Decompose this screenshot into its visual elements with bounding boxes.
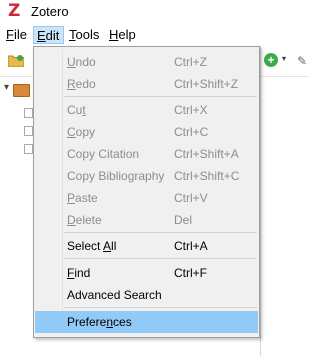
menu-item-shortcut: Ctrl+Shift+C [174, 169, 240, 183]
new-collection-icon[interactable] [8, 54, 24, 67]
zotero-logo-icon: Z [8, 1, 21, 21]
menu-separator [64, 307, 257, 308]
library-icon [13, 84, 30, 97]
menu-item-preferences[interactable]: Preferences [35, 311, 258, 333]
chevron-down-icon[interactable]: ▾ [282, 54, 286, 63]
menu-item-label: Copy Citation [67, 147, 140, 161]
menu-item-paste[interactable]: Paste Ctrl+V [35, 187, 258, 209]
tree-item-icon [24, 126, 33, 136]
menu-separator [64, 96, 257, 97]
title-bar: Z Zotero [0, 0, 309, 24]
menu-item-shortcut: Del [174, 213, 193, 227]
menu-item-advanced-search[interactable]: Advanced Search [35, 284, 258, 306]
edit-menu-dropdown: Undo Ctrl+Z Redo Ctrl+Shift+Z Cut Ctrl+X Copy C… [33, 46, 260, 338]
menu-item-label: Redo [67, 77, 96, 91]
menu-item-label: Delete [67, 213, 102, 227]
menu-item-delete[interactable]: Delete Del [35, 209, 258, 231]
tree-item-icon [24, 108, 33, 118]
chevron-down-icon[interactable]: ▾ [4, 82, 9, 93]
menu-item-undo[interactable]: Undo Ctrl+Z [35, 51, 258, 73]
menu-item-label: Preferences [67, 315, 132, 329]
tree-item-icon [24, 144, 33, 154]
menu-item-label: Select All [67, 239, 117, 253]
pen-icon[interactable]: ✎ [297, 54, 307, 68]
menu-item-shortcut: Ctrl+Shift+Z [174, 77, 239, 91]
menu-item-label: Cut [67, 103, 86, 117]
menu-item-shortcut: Ctrl+Shift+A [174, 147, 239, 161]
menu-item-shortcut: Ctrl+C [174, 125, 209, 139]
menu-item-shortcut: Ctrl+Z [174, 55, 207, 69]
menu-bar: File Edit Tools Help [0, 25, 309, 45]
menu-item-label: Advanced Search [67, 288, 162, 302]
menu-tools[interactable]: Tools [66, 26, 102, 44]
menu-separator [64, 232, 257, 233]
menu-item-select-all[interactable]: Select All Ctrl+A [35, 235, 258, 257]
menu-item-cut[interactable]: Cut Ctrl+X [35, 99, 258, 121]
window-title: Zotero [31, 4, 69, 19]
menu-item-shortcut: Ctrl+F [174, 266, 207, 280]
menu-item-copy-bibliography[interactable]: Copy Bibliography Ctrl+Shift+C [35, 165, 258, 187]
menu-item-shortcut: Ctrl+V [174, 191, 208, 205]
menu-item-find[interactable]: Find Ctrl+F [35, 262, 258, 284]
menu-file[interactable]: File [3, 26, 30, 44]
menu-item-copy-citation[interactable]: Copy Citation Ctrl+Shift+A [35, 143, 258, 165]
menu-item-label: Find [67, 266, 91, 280]
menu-item-label: Copy Bibliography [67, 169, 165, 183]
menu-help[interactable]: Help [106, 26, 139, 44]
menu-item-copy[interactable]: Copy Ctrl+C [35, 121, 258, 143]
menu-item-label: Paste [67, 191, 98, 205]
menu-separator [64, 258, 257, 259]
menu-item-shortcut: Ctrl+A [174, 239, 208, 253]
menu-item-shortcut: Ctrl+X [174, 103, 208, 117]
menu-item-label: Undo [67, 55, 96, 69]
menu-edit[interactable]: Edit [33, 26, 64, 44]
menu-item-redo[interactable]: Redo Ctrl+Shift+Z [35, 73, 258, 95]
new-item-icon[interactable]: + [264, 53, 278, 67]
menu-item-label: Copy [67, 125, 96, 139]
pane-divider[interactable] [260, 46, 261, 356]
